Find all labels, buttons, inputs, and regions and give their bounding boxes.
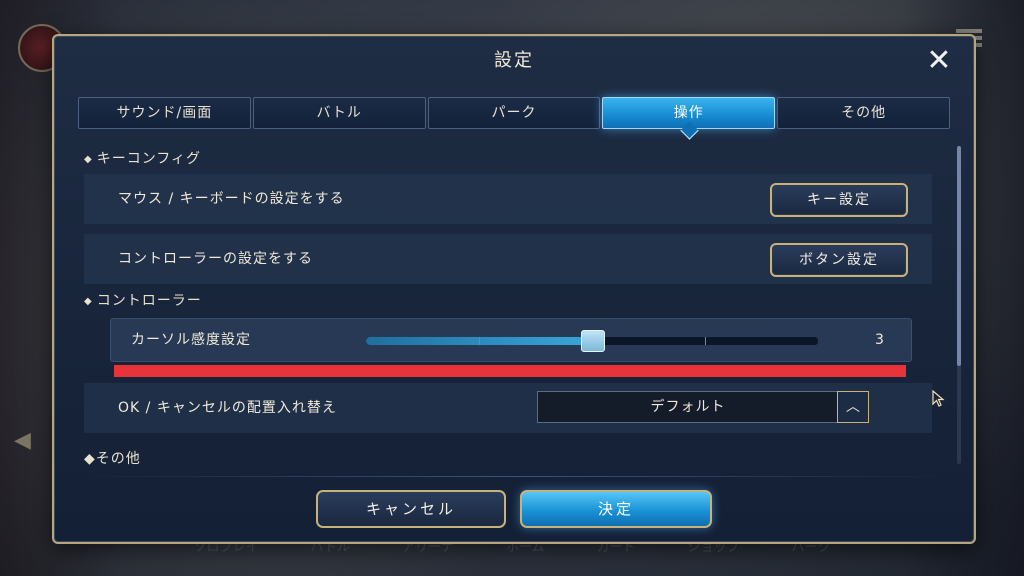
scrollbar-thumb[interactable] — [957, 146, 961, 366]
cursor-sensitivity-row: カーソル感度設定 3 — [110, 318, 912, 362]
section-heading-controller: ◆ コントローラー — [84, 290, 932, 312]
slider-thumb[interactable] — [581, 330, 605, 352]
settings-tabs: サウンド/画面 バトル パーク 操作 その他 — [78, 97, 950, 129]
row-label: マウス / キーボードの設定をする — [118, 191, 345, 207]
diamond-icon: ◆ — [84, 296, 93, 307]
slider-tick — [705, 337, 706, 345]
close-icon[interactable]: ✕ — [922, 44, 956, 78]
cursor-sensitivity-label: カーソル感度設定 — [131, 332, 251, 348]
highlight-bar — [114, 365, 906, 377]
tab-perk[interactable]: パーク — [427, 97, 601, 129]
key-settings-button[interactable]: キー設定 — [770, 183, 908, 217]
section-heading-label: キーコンフィグ — [96, 151, 202, 167]
divider — [847, 321, 848, 359]
row-label: コントローラーの設定をする — [118, 251, 313, 267]
setting-row-mouse-keyboard: マウス / キーボードの設定をする キー設定 — [84, 174, 932, 224]
cursor-sensitivity-value: 3 — [875, 332, 884, 348]
tab-battle[interactable]: バトル — [252, 97, 426, 129]
button-settings-button[interactable]: ボタン設定 — [770, 243, 908, 277]
section-heading-label: コントローラー — [96, 293, 202, 309]
mouse-cursor-icon — [932, 390, 945, 407]
section-heading-other: ◆その他 — [84, 448, 141, 466]
swap-dropdown-value: デフォルト — [650, 399, 726, 415]
setting-row-controller: コントローラーの設定をする ボタン設定 — [84, 234, 932, 284]
tab-other[interactable]: その他 — [777, 97, 950, 129]
cursor-sensitivity-slider[interactable] — [365, 330, 819, 352]
modal-title: 設定 — [494, 50, 534, 71]
setting-row-ok-cancel-swap: OK / キャンセルの配置入れ替え デフォルト ︿ — [84, 383, 932, 433]
cancel-button[interactable]: キャンセル — [316, 490, 506, 528]
diamond-icon: ◆ — [84, 154, 93, 165]
settings-content: ◆ キーコンフィグ マウス / キーボードの設定をする キー設定 コントローラーの… — [84, 148, 932, 466]
tab-sound-screen[interactable]: サウンド/画面 — [78, 97, 251, 129]
row-label: OK / キャンセルの配置入れ替え — [118, 400, 337, 416]
divider — [74, 476, 954, 477]
confirm-button[interactable]: 決定 — [520, 490, 712, 528]
scrollbar[interactable] — [957, 146, 961, 464]
tab-controls[interactable]: 操作 — [602, 97, 776, 129]
section-heading-key-config: ◆ キーコンフィグ — [84, 148, 932, 170]
section-heading-label: その他 — [95, 451, 141, 466]
swap-dropdown[interactable]: デフォルト — [537, 391, 839, 423]
chevron-up-icon[interactable]: ︿ — [837, 391, 869, 423]
slider-tick — [479, 337, 480, 345]
diamond-icon: ◆ — [84, 451, 96, 466]
settings-modal: 設定 ✕ サウンド/画面 バトル パーク 操作 その他 ◆ キーコンフィグ マウス… — [52, 34, 976, 544]
